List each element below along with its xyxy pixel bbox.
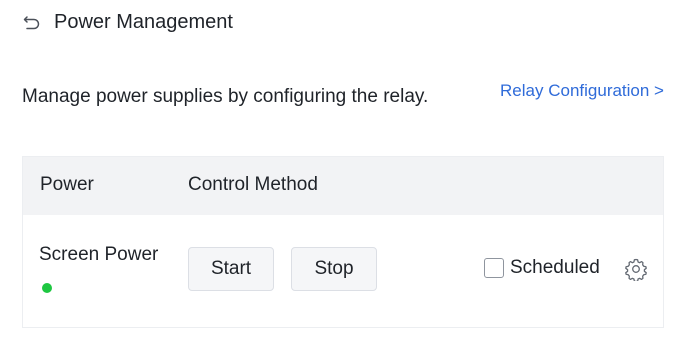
page-title: Power Management [54,10,233,33]
power-management-page: Power Management Manage power supplies b… [0,0,680,340]
scheduled-checkbox[interactable] [484,258,504,278]
relay-configuration-link[interactable]: Relay Configuration > [500,81,664,101]
page-header: Power Management [22,8,233,36]
gear-icon[interactable] [624,257,648,283]
power-name: Screen Power [39,244,159,265]
scheduled-label: Scheduled [510,257,600,278]
start-button[interactable]: Start [188,247,274,291]
status-indicator-dot [42,283,52,293]
table-row: Screen Power Start Stop Scheduled [22,156,664,328]
stop-button[interactable]: Stop [291,247,377,291]
scheduled-toggle[interactable]: Scheduled [484,257,600,279]
back-arrow-icon[interactable] [22,12,42,32]
page-description: Manage power supplies by configuring the… [22,86,429,107]
